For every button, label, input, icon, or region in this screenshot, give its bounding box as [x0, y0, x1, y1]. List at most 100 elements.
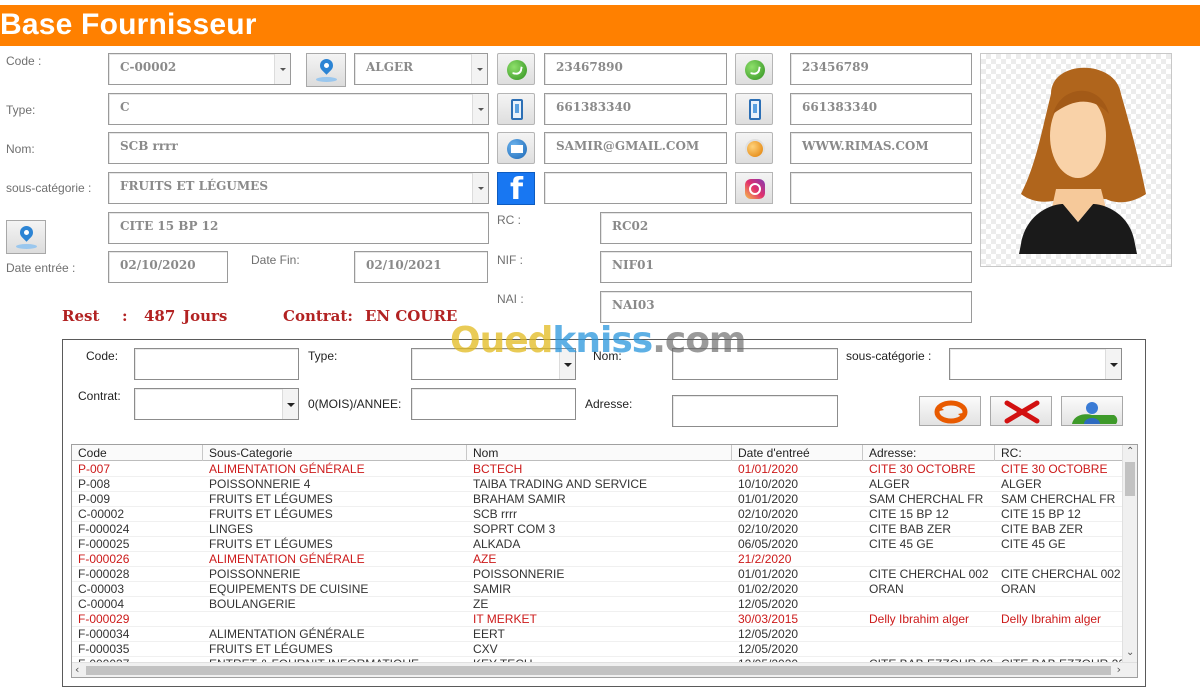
supplier-table[interactable]: Code Sous-Categorie Nom Date d'entreé Ad… — [71, 444, 1138, 678]
table-row[interactable]: F-000025 FRUITS ET LÉGUMES ALKADA 06/05/202… — [72, 537, 1124, 552]
table-cell: ALGER — [1001, 477, 1042, 491]
table-cell: LINGES — [209, 522, 254, 536]
date-fin-label: Date Fin: — [251, 253, 300, 267]
refresh-icon — [934, 400, 968, 424]
col-rc[interactable]: RC: — [995, 445, 1124, 461]
table-cell: POISSONNERIE — [209, 567, 301, 581]
vertical-scrollbar[interactable]: ⌃ ⌄ — [1122, 445, 1137, 664]
table-row[interactable]: F-000034 ALIMENTATION GÉNÉRALE EERT 12/05/2… — [72, 627, 1124, 642]
chevron-down-icon[interactable] — [282, 389, 298, 419]
table-cell: CITE 15 BP 12 — [1001, 507, 1081, 521]
horizontal-scrollbar[interactable]: ‹ › — [72, 662, 1137, 677]
chevron-down-icon[interactable] — [472, 94, 488, 124]
scroll-down-icon[interactable]: ⌄ — [1126, 647, 1134, 658]
nai-value: NAI03 — [612, 298, 655, 312]
users-button[interactable] — [1061, 396, 1123, 426]
table-row[interactable]: F-000024 LINGES SOPRT COM 3 02/10/2020 CITE … — [72, 522, 1124, 537]
table-cell: ALIMENTATION GÉNÉRALE — [209, 462, 365, 476]
mob2-field[interactable]: 661383340 — [790, 93, 972, 125]
col-date[interactable]: Date d'entreé — [732, 445, 863, 461]
table-cell: P-009 — [78, 492, 111, 506]
delete-button[interactable] — [990, 396, 1052, 426]
col-nom[interactable]: Nom — [467, 445, 732, 461]
nif-field[interactable]: NIF01 — [600, 251, 972, 283]
code-select[interactable]: C-00002 — [108, 53, 291, 85]
wilaya-select[interactable]: ALGER — [354, 53, 488, 85]
table-cell: F-000024 — [78, 522, 130, 536]
col-souscat[interactable]: Sous-Categorie — [203, 445, 467, 461]
web-button[interactable] — [735, 132, 773, 164]
table-row[interactable]: C-00004 BOULANGERIE ZE 12/05/2020 — [72, 597, 1124, 612]
scroll-right-icon[interactable]: › — [1117, 663, 1121, 676]
table-row[interactable]: C-00003 EQUIPEMENTS DE CUISINE SAMIR 01/02/… — [72, 582, 1124, 597]
email-field[interactable]: SAMIR@GMAIL.COM — [544, 132, 727, 164]
nai-label: NAI : — [497, 292, 524, 306]
filter-adresse-input[interactable] — [672, 395, 838, 427]
table-cell: ORAN — [869, 582, 904, 596]
adresse-field[interactable]: CITE 15 BP 12 — [108, 212, 489, 244]
table-cell: 21/2/2020 — [738, 552, 792, 566]
nom-field[interactable]: SCB rrrr — [108, 132, 489, 164]
table-row[interactable]: P-007 ALIMENTATION GÉNÉRALE BCTECH 01/01/20… — [72, 462, 1124, 477]
filter-code-input[interactable] — [134, 348, 299, 380]
table-row[interactable]: P-008 POISSONNERIE 4 TAIBA TRADING AND SER… — [72, 477, 1124, 492]
mobile-button-2[interactable] — [735, 93, 773, 125]
table-row[interactable]: C-00002 FRUITS ET LÉGUMES SCB rrrr 02/10/20… — [72, 507, 1124, 522]
scroll-left-icon[interactable]: ‹ — [75, 663, 79, 676]
table-row[interactable]: F-000035 FRUITS ET LÉGUMES CXV 12/05/2020 — [72, 642, 1124, 657]
type-select[interactable]: C — [108, 93, 489, 125]
instagram-button[interactable] — [735, 172, 773, 204]
chevron-down-icon[interactable] — [472, 173, 488, 203]
date-entree-field[interactable]: 02/10/2020 — [108, 251, 228, 283]
address-location-button[interactable] — [6, 220, 46, 254]
table-cell: CXV — [473, 642, 498, 656]
instagram-field[interactable] — [790, 172, 972, 204]
facebook-field[interactable] — [544, 172, 727, 204]
chevron-down-icon[interactable] — [471, 54, 487, 84]
table-row[interactable]: F-000029 IT MERKET 30/03/2015 Delly Ibrahim… — [72, 612, 1124, 627]
nif-value: NIF01 — [612, 258, 654, 272]
table-cell: Delly Ibrahim alger — [869, 612, 970, 626]
users-icon — [1072, 402, 1118, 424]
filter-mois-label: 0(MOIS)/ANNEE: — [308, 397, 402, 411]
souscat-select[interactable]: FRUITS ET LÉGUMES — [108, 172, 489, 204]
supplier-photo[interactable] — [980, 53, 1172, 267]
table-row[interactable]: F-000028 POISSONNERIE POISSONNERIE 01/01/20… — [72, 567, 1124, 582]
table-cell: C-00002 — [78, 507, 125, 521]
app-window: Base Fournisseur Code : Type: Nom: sous-… — [0, 0, 1200, 690]
title-bar: Base Fournisseur — [0, 5, 1200, 46]
phone-button[interactable] — [497, 53, 535, 85]
scroll-up-icon[interactable]: ⌃ — [1126, 446, 1134, 457]
web-field[interactable]: WWW.RIMAS.COM — [790, 132, 972, 164]
tel2-field[interactable]: 23456789 — [790, 53, 972, 85]
chevron-down-icon[interactable] — [1105, 349, 1121, 379]
code-label: Code : — [6, 54, 42, 68]
mobile-button[interactable] — [497, 93, 535, 125]
hscroll-thumb[interactable] — [86, 666, 1111, 675]
filter-contrat-select[interactable] — [134, 388, 299, 420]
nif-label: NIF : — [497, 253, 523, 267]
phone-button-2[interactable] — [735, 53, 773, 85]
filter-souscat-select[interactable] — [949, 348, 1122, 380]
scroll-thumb[interactable] — [1125, 462, 1135, 496]
table-row[interactable]: P-009 FRUITS ET LÉGUMES BRAHAM SAMIR 01/01/… — [72, 492, 1124, 507]
col-adresse[interactable]: Adresse: — [863, 445, 995, 461]
date-entree-value: 02/10/2020 — [120, 258, 196, 272]
table-row[interactable]: F-000026 ALIMENTATION GÉNÉRALE AZE 21/2/202… — [72, 552, 1124, 567]
col-code[interactable]: Code — [72, 445, 203, 461]
filter-contrat-label: Contrat: — [78, 389, 121, 403]
map-pin-icon — [17, 223, 36, 242]
tel1-field[interactable]: 23467890 — [544, 53, 727, 85]
date-fin-field[interactable]: 02/10/2021 — [354, 251, 488, 283]
rc-field[interactable]: RC02 — [600, 212, 972, 244]
filter-mois-input[interactable] — [411, 388, 576, 420]
chevron-down-icon[interactable] — [274, 54, 290, 84]
table-cell: SAMIR — [473, 582, 512, 596]
mob1-field[interactable]: 661383340 — [544, 93, 727, 125]
email-button[interactable] — [497, 132, 535, 164]
location-button[interactable] — [306, 53, 346, 87]
table-cell: F-000025 — [78, 537, 130, 551]
facebook-button[interactable]: f — [497, 172, 535, 207]
refresh-button[interactable] — [919, 396, 981, 426]
nai-field[interactable]: NAI03 — [600, 291, 972, 323]
